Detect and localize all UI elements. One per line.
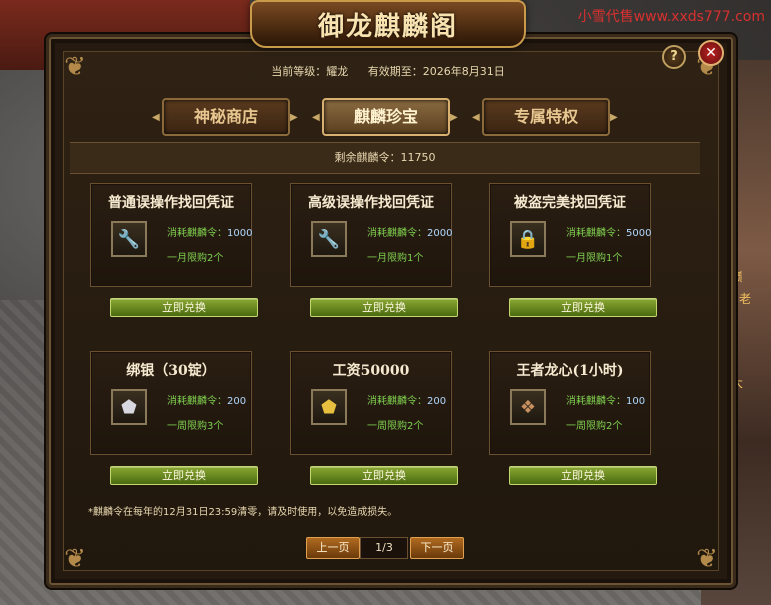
tab-arrow-left-icon: ◀ <box>312 112 320 123</box>
tab-exclusive-privilege[interactable]: 专属特权 <box>482 98 610 136</box>
item-limit: 一月限购1个 <box>566 253 623 264</box>
item-limit: 一月限购2个 <box>167 253 224 264</box>
item-title: 王者龙心(1小时) <box>516 363 624 379</box>
dragon-heart-icon: ❖ <box>510 389 546 425</box>
next-page-button[interactable]: 下一页 <box>410 537 464 559</box>
gold-ingot-icon: ⬟ <box>311 389 347 425</box>
tab-arrow-left-icon: ◀ <box>472 112 480 123</box>
tab-arrow-right-icon: ▶ <box>450 112 458 123</box>
tab-arrow-right-icon: ▶ <box>290 112 298 123</box>
cost-label: 消耗麒麟令： <box>367 396 427 407</box>
exchange-button[interactable]: 立即兑换 <box>509 466 657 485</box>
item-card: 高级误操作找回凭证 🔧 消耗麒麟令：2000 一月限购1个 <box>290 183 452 287</box>
level-value: 耀龙 <box>326 65 349 78</box>
item-title: 普通误操作找回凭证 <box>108 195 234 211</box>
item-title: 高级误操作找回凭证 <box>308 195 434 211</box>
item-cost: 消耗麒麟令：1000 <box>167 224 252 239</box>
window-title: 御龙麒麟阁 <box>317 12 458 42</box>
item-title: 工资50000 <box>332 363 410 379</box>
cost-value: 200 <box>427 396 447 407</box>
exchange-button[interactable]: 立即兑换 <box>310 298 458 317</box>
wrench-icon: 🔧 <box>311 221 347 257</box>
wrench-icon: 🔧 <box>111 221 147 257</box>
exchange-button[interactable]: 立即兑换 <box>110 298 258 317</box>
item-card: 工资50000 ⬟ 消耗麒麟令：200 一周限购2个 <box>290 351 452 455</box>
item-limit: 一周限购3个 <box>167 421 224 432</box>
prev-page-button[interactable]: 上一页 <box>306 537 360 559</box>
item-card: 王者龙心(1小时) ❖ 消耗麒麟令：100 一周限购2个 <box>489 351 651 455</box>
item-limit: 一周限购2个 <box>367 421 424 432</box>
item-cost: 消耗麒麟令：200 <box>167 392 246 407</box>
item-cost: 消耗麒麟令：2000 <box>367 224 452 239</box>
cost-label: 消耗麒麟令： <box>367 228 427 239</box>
cost-value: 100 <box>626 396 646 407</box>
status-info: 当前等级：耀龙 有效期至：2026年8月31日 <box>46 63 730 79</box>
item-cost: 消耗麒麟令：200 <box>367 392 446 407</box>
exchange-button[interactable]: 立即兑换 <box>509 298 657 317</box>
cost-value: 200 <box>227 396 247 407</box>
tab-qilin-treasure[interactable]: 麒麟珍宝 <box>322 98 450 136</box>
validity-value: 2026年8月31日 <box>422 65 505 78</box>
item-cost: 消耗麒麟令：100 <box>566 392 645 407</box>
title-banner: 御龙麒麟阁 <box>250 0 526 48</box>
tab-arrow-left-icon: ◀ <box>152 112 160 123</box>
cost-label: 消耗麒麟令： <box>566 396 626 407</box>
item-limit: 一月限购1个 <box>367 253 424 264</box>
item-card: 绑银（30锭） ⬟ 消耗麒麟令：200 一周限购3个 <box>90 351 252 455</box>
cost-value: 5000 <box>626 228 652 239</box>
watermark: 小雪代售www.xxds777.com <box>577 9 765 25</box>
level-info: 当前等级：耀龙 <box>271 65 348 78</box>
remaining-tokens: 剩余麒麟令：11750 <box>70 142 700 174</box>
validity-info: 有效期至：2026年8月31日 <box>368 65 505 78</box>
lock-chest-icon: 🔒 <box>510 221 546 257</box>
cost-label: 消耗麒麟令： <box>167 228 227 239</box>
exchange-button[interactable]: 立即兑换 <box>310 466 458 485</box>
remaining-value: 11750 <box>400 151 436 164</box>
item-card: 普通误操作找回凭证 🔧 消耗麒麟令：1000 一月限购2个 <box>90 183 252 287</box>
tab-arrow-right-icon: ▶ <box>610 112 618 123</box>
corner-ornament-icon: ❦ <box>64 544 86 574</box>
item-title: 绑银（30锭） <box>126 363 216 379</box>
cost-label: 消耗麒麟令： <box>167 396 227 407</box>
cost-label: 消耗麒麟令： <box>566 228 626 239</box>
level-label: 当前等级： <box>271 65 327 78</box>
remaining-label: 剩余麒麟令： <box>334 151 401 164</box>
item-cost: 消耗麒麟令：5000 <box>566 224 651 239</box>
item-card: 被盗完美找回凭证 🔒 消耗麒麟令：5000 一月限购1个 <box>489 183 651 287</box>
silver-ingot-icon: ⬟ <box>111 389 147 425</box>
item-title: 被盗完美找回凭证 <box>514 195 626 211</box>
notice-text: *麒麟令在每年的12月31日23:59清零，请及时使用，以免造成损失。 <box>88 507 398 518</box>
corner-ornament-icon: ❦ <box>696 544 718 574</box>
item-limit: 一周限购2个 <box>566 421 623 432</box>
validity-label: 有效期至： <box>367 65 423 78</box>
cost-value: 1000 <box>227 228 253 239</box>
tab-mystery-shop[interactable]: 神秘商店 <box>162 98 290 136</box>
cost-value: 2000 <box>427 228 453 239</box>
exchange-button[interactable]: 立即兑换 <box>110 466 258 485</box>
page-indicator: 1/3 <box>360 537 408 559</box>
